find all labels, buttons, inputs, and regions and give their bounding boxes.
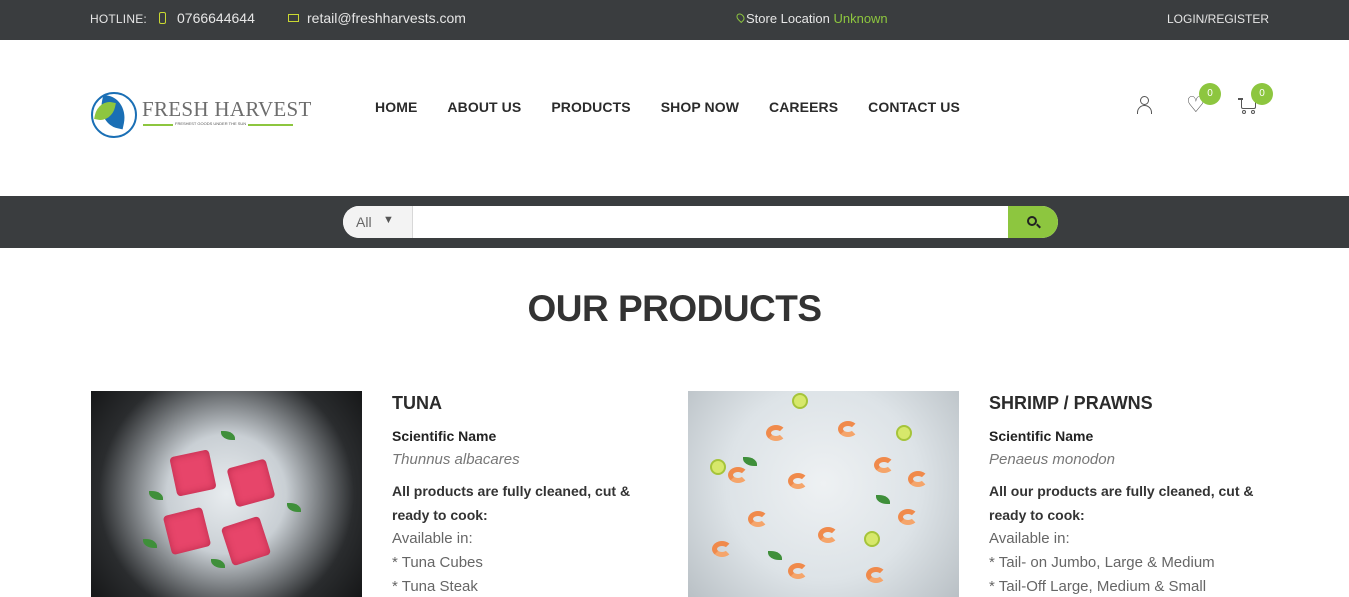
hotline-label: HOTLINE: — [90, 12, 147, 26]
nav-shop-now[interactable]: SHOP NOW — [661, 99, 739, 115]
shrimp-shape — [748, 511, 768, 527]
shrimp-shape — [788, 473, 808, 489]
scientific-name-value: Thunnus albacares — [392, 451, 520, 468]
herb-shape — [876, 495, 890, 504]
availability-item: * Tail-Off Large, Medium & Small — [989, 578, 1207, 595]
lime-shape — [792, 393, 808, 409]
search-form: All ▼ — [343, 206, 1058, 238]
product-name[interactable]: TUNA — [392, 393, 442, 414]
herb-shape — [149, 491, 163, 500]
shrimp-shape — [898, 509, 918, 525]
cart-count-badge: 0 — [1251, 83, 1273, 105]
tuna-cube-shape — [169, 449, 217, 497]
user-icon[interactable] — [1136, 96, 1153, 114]
shrimp-shape — [728, 467, 748, 483]
tuna-cube-shape — [220, 515, 272, 567]
user-icon-body — [1137, 105, 1152, 114]
brand-name: FRESH HARVEST — [142, 97, 312, 121]
scientific-name-label: Scientific Name — [392, 428, 497, 444]
availability-list: Available in: * Tuna Cubes * Tuna Steak — [392, 527, 483, 597]
shrimp-shape — [866, 567, 886, 583]
cart-icon-wheel — [1251, 110, 1255, 114]
herb-shape — [768, 551, 782, 560]
preparation-note: All products are fully cleaned, cut & re… — [392, 483, 631, 523]
login-register-link[interactable]: LOGIN/REGISTER — [1167, 12, 1269, 26]
shrimp-shape — [818, 527, 838, 543]
availability-label: Available in: — [392, 530, 473, 547]
store-location[interactable]: Store Location Unknown — [746, 11, 888, 26]
lime-shape — [710, 459, 726, 475]
chevron-down-icon: ▼ — [383, 214, 394, 226]
availability-list: Available in: * Tail- on Jumbo, Large & … — [989, 527, 1215, 597]
nav-about-us[interactable]: ABOUT US — [447, 99, 521, 115]
search-category-select[interactable]: All ▼ — [343, 206, 413, 238]
product-name[interactable]: SHRIMP / PRAWNS — [989, 393, 1153, 414]
availability-item: * Tuna Steak — [392, 578, 478, 595]
mail-icon — [288, 14, 299, 22]
shrimp-shape — [766, 425, 786, 441]
search-icon-handle — [1036, 223, 1041, 229]
search-button[interactable] — [1008, 206, 1058, 238]
cart-icon-wheel — [1242, 110, 1246, 114]
lime-shape — [864, 531, 880, 547]
brand-logo[interactable]: FRESH HARVEST FRESHEST GOODS UNDER THE S… — [91, 91, 311, 139]
herb-shape — [143, 539, 157, 548]
search-bar: All ▼ — [0, 196, 1349, 248]
herb-shape — [211, 559, 225, 568]
availability-item: * Tuna Cubes — [392, 554, 483, 571]
page-title: OUR PRODUCTS — [527, 288, 822, 329]
shrimp-shape — [788, 563, 808, 579]
store-location-label: Store Location — [746, 11, 830, 26]
shrimp-shape — [838, 421, 858, 437]
shrimp-shape — [908, 471, 928, 487]
nav-products[interactable]: PRODUCTS — [551, 99, 630, 115]
tuna-cube-shape — [162, 506, 212, 556]
nav-contact-us[interactable]: CONTACT US — [868, 99, 960, 115]
hotline-phone[interactable]: 0766644644 — [177, 10, 255, 26]
preparation-note: All our products are fully cleaned, cut … — [989, 483, 1254, 523]
availability-label: Available in: — [989, 530, 1070, 547]
availability-item: * Tail- on Jumbo, Large & Medium — [989, 554, 1215, 571]
user-icon-head — [1140, 96, 1149, 105]
phone-icon — [159, 12, 166, 24]
shrimp-shape — [874, 457, 894, 473]
wishlist-count-badge: 0 — [1199, 83, 1221, 105]
main-nav: HOME ABOUT US PRODUCTS SHOP NOW CAREERS … — [375, 99, 990, 115]
scientific-name-value: Penaeus monodon — [989, 451, 1115, 468]
pin-icon — [734, 11, 747, 24]
tuna-cube-shape — [226, 458, 276, 508]
product-image-shrimp[interactable] — [688, 391, 959, 597]
nav-home[interactable]: HOME — [375, 99, 417, 115]
contact-email[interactable]: retail@freshharvests.com — [307, 10, 466, 26]
herb-shape — [287, 503, 301, 512]
top-bar: HOTLINE: 0766644644 retail@freshharvests… — [0, 0, 1349, 40]
shrimp-shape — [712, 541, 732, 557]
product-image-tuna[interactable] — [91, 391, 362, 597]
brand-tagline: FRESHEST GOODS UNDER THE SUN — [173, 121, 249, 126]
nav-careers[interactable]: CAREERS — [769, 99, 838, 115]
herb-shape — [221, 431, 235, 440]
herb-shape — [743, 457, 757, 466]
lime-shape — [896, 425, 912, 441]
search-category-value: All — [356, 214, 372, 230]
store-location-value[interactable]: Unknown — [833, 11, 887, 26]
search-input[interactable] — [414, 206, 1008, 238]
scientific-name-label: Scientific Name — [989, 428, 1094, 444]
